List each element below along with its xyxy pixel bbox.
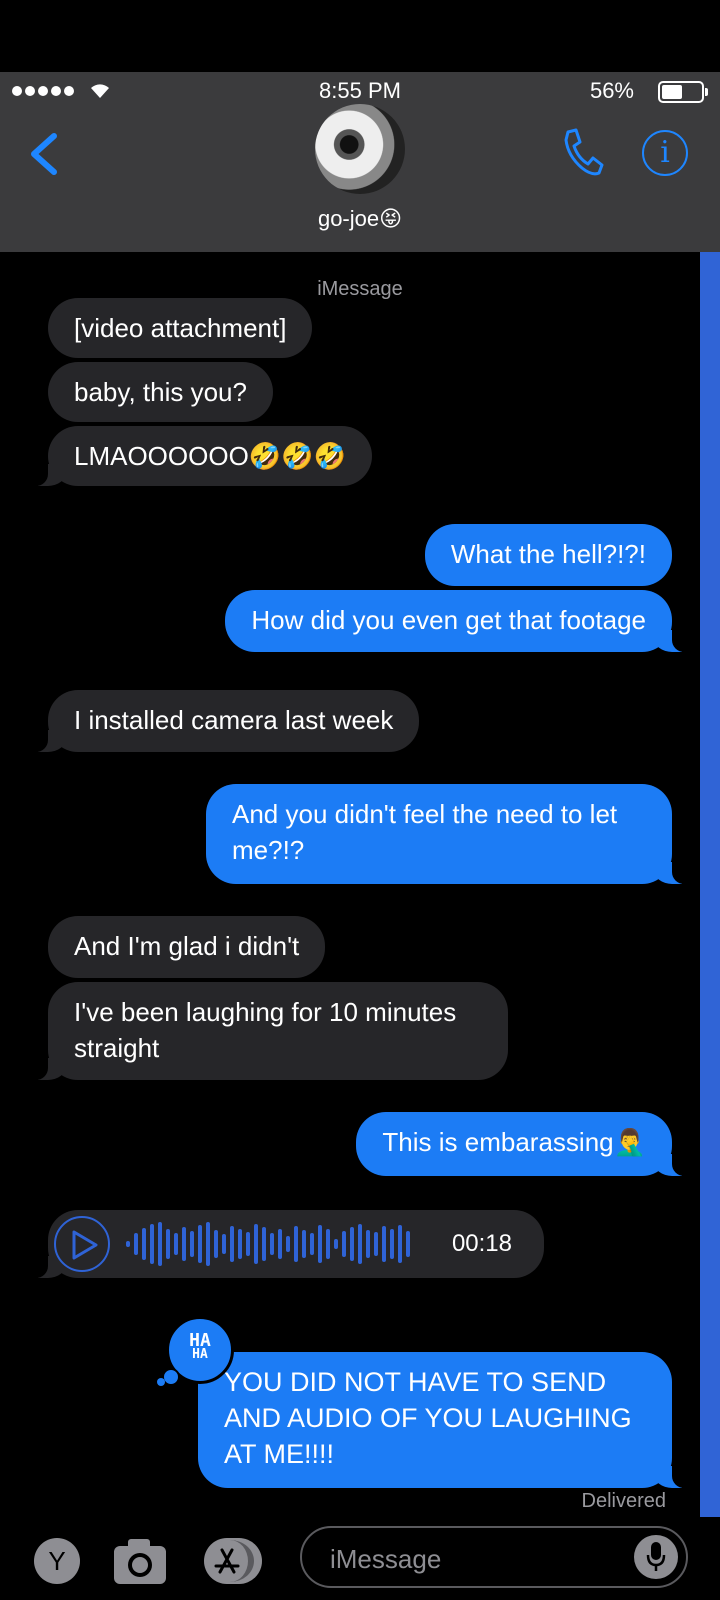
scroll-strip [700,252,720,1517]
waveform-bar [190,1231,194,1257]
waveform-bar [326,1229,330,1259]
waveform-bar [254,1224,258,1264]
waveform-bar [278,1229,282,1259]
waveform-bar [382,1226,386,1262]
delivered-label: Delivered [581,1490,666,1512]
audio-duration: 00:18 [451,1230,512,1257]
waveform-bar [134,1233,138,1255]
waveform-bar [350,1227,354,1261]
tapback-tail-dot [157,1378,165,1386]
info-icon[interactable]: i [642,130,688,176]
waveform-bar [342,1231,346,1257]
waveform-bar [174,1233,178,1255]
waveform-bar [222,1234,226,1254]
app-y-icon[interactable]: Y [34,1538,80,1584]
message-outgoing[interactable]: How did you even get that footage [225,590,694,652]
battery-percent: 56% [589,78,634,103]
waveform-bar [318,1225,322,1263]
camera-icon[interactable] [112,1536,168,1586]
battery-icon [658,81,708,103]
audio-waveform [126,1222,410,1266]
waveform-bar [366,1230,370,1258]
waveform-bar [126,1241,130,1247]
waveform-bar [398,1225,402,1263]
status-bar: 8:55 PM 56% [0,72,720,108]
waveform-bar [230,1226,234,1262]
top-black-area [0,0,720,72]
waveform-bar [262,1227,266,1261]
waveform-bar [214,1230,218,1258]
waveform-bar [334,1239,338,1249]
waveform-bar [286,1236,290,1252]
contact-name[interactable]: go-joe😝 [0,206,720,232]
message-incoming[interactable]: [video attachment] [48,298,313,358]
waveform-bar [238,1229,242,1259]
message-outgoing[interactable]: And you didn't feel the need to let me?!… [206,784,694,884]
message-incoming[interactable]: And I'm glad i didn't [48,916,326,978]
waveform-bar [182,1227,186,1261]
message-input[interactable] [328,1540,622,1578]
contact-avatar[interactable] [315,104,405,194]
waveform-bar [358,1224,362,1264]
waveform-bar [158,1222,162,1266]
waveform-bar [310,1233,314,1255]
waveform-bar [374,1232,378,1256]
message-outgoing[interactable]: What the hell?!?! [424,524,672,586]
message-outgoing[interactable]: YOU DID NOT HAVE TO SEND AND AUDIO OF YO… [198,1352,694,1488]
message-incoming[interactable]: I've been laughing for 10 minutes straig… [26,982,508,1080]
microphone-icon[interactable] [634,1535,678,1579]
waveform-bar [198,1225,202,1263]
waveform-bar [270,1233,274,1255]
waveform-bar [302,1230,306,1258]
audio-message[interactable]: 00:18 [26,1210,544,1278]
waveform-bar [390,1229,394,1259]
message-incoming[interactable]: baby, this you? [48,362,273,422]
waveform-bar [294,1226,298,1262]
waveform-bar [142,1228,146,1260]
play-button[interactable] [54,1216,110,1272]
waveform-bar [166,1229,170,1259]
waveform-bar [406,1231,410,1257]
phone-icon[interactable] [562,128,604,176]
waveform-bar [150,1224,154,1264]
waveform-bar [246,1232,250,1256]
message-outgoing[interactable]: This is embarassing🤦‍♂️ [356,1112,694,1176]
message-incoming[interactable]: I installed camera last week [25,690,420,752]
play-icon [72,1230,98,1260]
back-chevron-icon[interactable] [26,130,66,180]
waveform-bar [206,1222,210,1266]
app-store-icon[interactable] [204,1538,262,1584]
message-incoming[interactable]: LMAOOOOOO🤣🤣🤣 [26,426,372,486]
message-field[interactable] [300,1526,688,1588]
